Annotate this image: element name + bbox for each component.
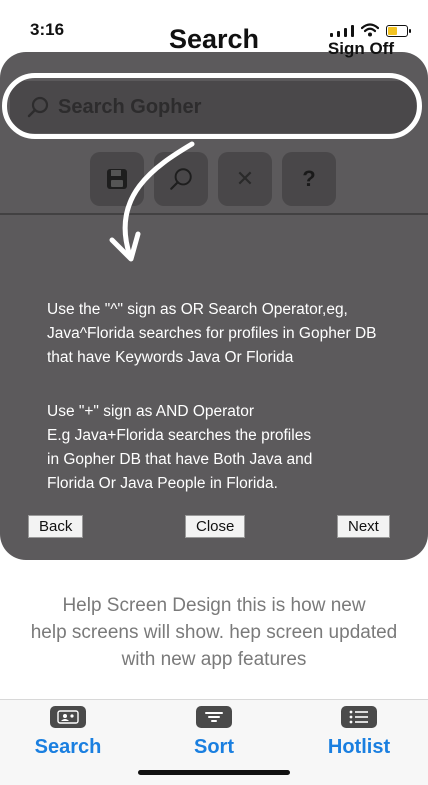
home-indicator: [138, 770, 290, 775]
help-line: that have Keywords Java Or Florida: [47, 349, 294, 366]
tab-label: Hotlist: [327, 736, 391, 758]
help-button[interactable]: ?: [282, 152, 336, 206]
profile-card-icon: [50, 706, 86, 728]
tab-label: Search: [34, 736, 102, 758]
tab-hotlist[interactable]: Hotlist: [299, 706, 419, 759]
search-highlight-ring: [2, 73, 422, 139]
close-icon: ✕: [235, 166, 255, 191]
toolbar: ✕ ?: [0, 152, 428, 208]
help-line: Java^Florida searches for profiles in Go…: [47, 325, 377, 342]
caption-line: with new app features: [121, 649, 307, 670]
caption-line: Help Screen Design this is how new: [62, 595, 366, 616]
help-line: Florida Or Java People in Florida.: [47, 475, 278, 492]
tab-sort[interactable]: Sort: [154, 706, 274, 759]
list-icon: [341, 706, 377, 728]
help-text-and-operator: Use "+" sign as AND Operator E.g Java+Fl…: [47, 400, 397, 496]
help-line: in Gopher DB that have Both Java and: [47, 451, 313, 468]
help-line: Use the "^" sign as OR Search Operator,e…: [47, 301, 348, 318]
help-caption: Help Screen Design this is how new help …: [20, 592, 408, 673]
clear-button[interactable]: ✕: [218, 152, 272, 206]
help-line: Use "+" sign as AND Operator: [47, 403, 254, 420]
tab-label: Sort: [194, 736, 234, 758]
close-button[interactable]: Close: [185, 515, 246, 538]
sign-off-button[interactable]: Sign Off: [328, 39, 394, 59]
sort-icon: [196, 706, 232, 728]
help-icon: ?: [302, 166, 316, 191]
next-button[interactable]: Next: [337, 515, 390, 538]
tab-search[interactable]: Search: [8, 706, 128, 759]
toolbar-divider: [0, 213, 428, 215]
caption-line: help screens will show. hep screen updat…: [30, 622, 398, 643]
back-button[interactable]: Back: [28, 515, 84, 538]
help-line: E.g Java+Florida searches the profiles: [47, 427, 312, 444]
help-text-or-operator: Use the "^" sign as OR Search Operator,e…: [47, 298, 397, 370]
pointer-arrow-icon: [109, 141, 195, 262]
